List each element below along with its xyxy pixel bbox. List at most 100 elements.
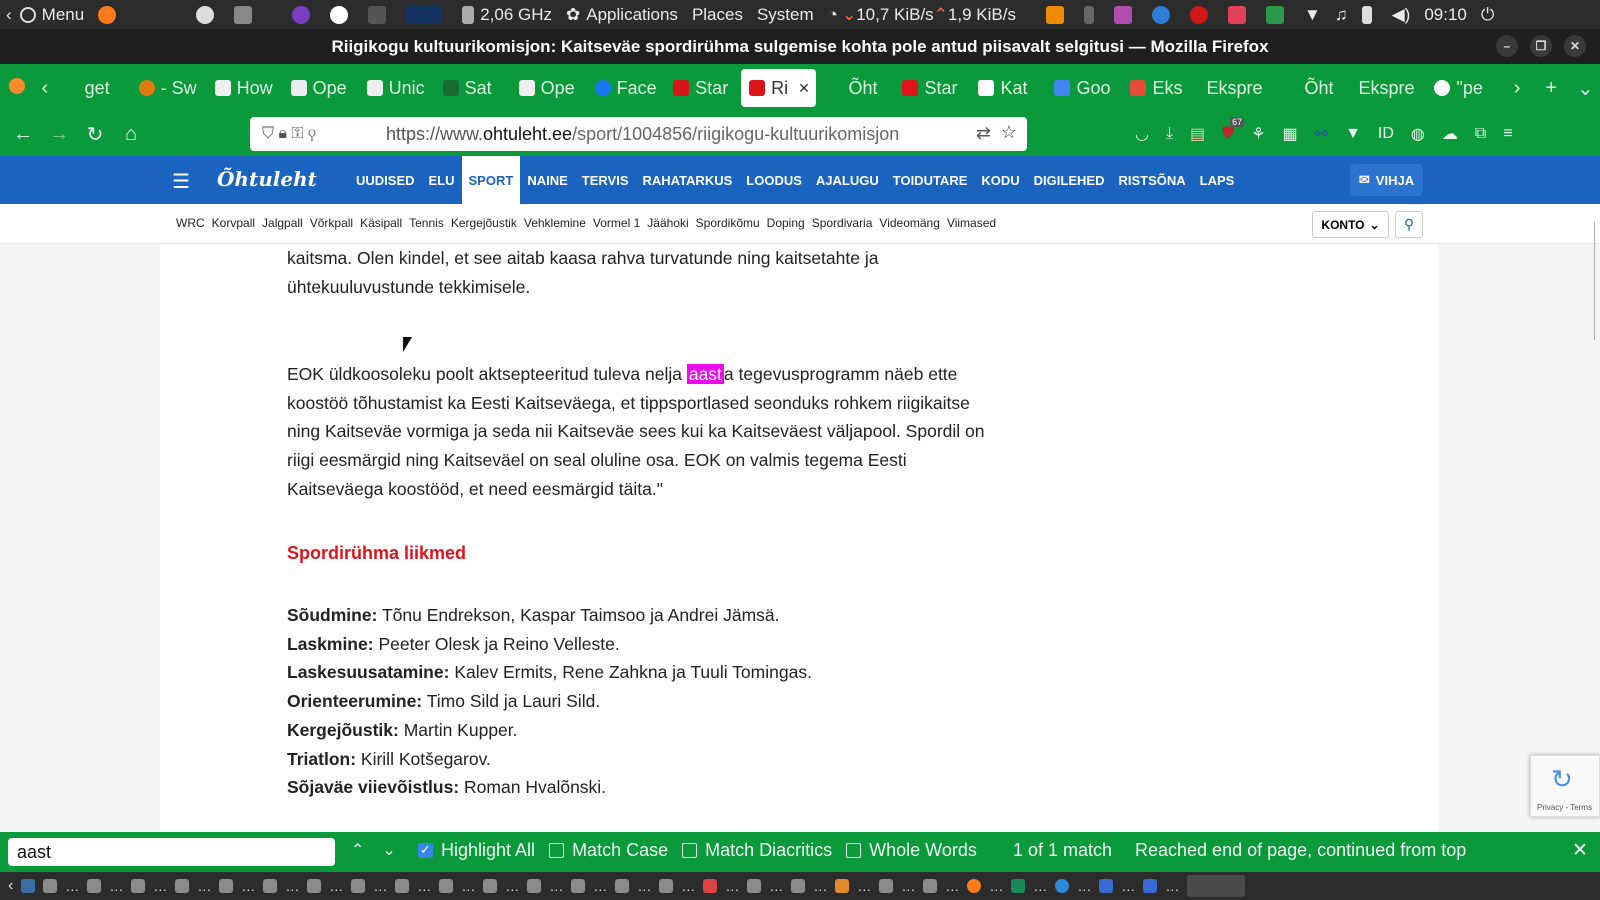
subnav-link[interactable]: Spordivaria — [812, 216, 873, 230]
minimize-button[interactable]: – — [1496, 35, 1518, 57]
subnav-link[interactable]: Jäähoki — [647, 216, 688, 230]
menu-item[interactable]: ELU — [422, 156, 462, 204]
list-all-tabs-button[interactable]: ⌄ — [1571, 76, 1600, 101]
tab-18[interactable]: Ekspre — [1350, 69, 1424, 107]
find-close-button[interactable]: ✕ — [1572, 839, 1588, 862]
back-button[interactable]: ← — [5, 123, 41, 146]
forward-button[interactable]: → — [41, 123, 77, 146]
task-window[interactable] — [791, 879, 806, 893]
subnav-link[interactable]: Vormel 1 — [593, 216, 640, 230]
task-window[interactable] — [307, 879, 322, 893]
tracking-protection-icon[interactable]: ⛉ 🔒︎ ⚿ ⚲ — [262, 125, 316, 143]
menu-item[interactable]: TOIDUTARE — [886, 156, 975, 204]
tab-11[interactable]: Õht — [818, 69, 892, 107]
scrollbar[interactable] — [1594, 222, 1600, 340]
maximize-button[interactable]: ❐ — [1530, 35, 1552, 57]
tab-scroll-left[interactable]: ‹ — [35, 77, 55, 100]
task-window[interactable] — [571, 879, 586, 893]
applet-settings[interactable] — [234, 5, 258, 24]
subnav-link[interactable]: Videomäng — [879, 216, 940, 230]
task-window[interactable] — [175, 879, 190, 893]
task-window[interactable] — [1011, 879, 1026, 893]
tab-12[interactable]: Star — [894, 69, 968, 107]
subnav-link[interactable]: Spordikõmu — [696, 216, 760, 230]
url-bar[interactable]: ⛉ 🔒︎ ⚿ ⚲ https://www. ohtuleht.ee/sport/1… — [250, 117, 1027, 151]
tray-bluetooth[interactable] — [1083, 5, 1100, 24]
task-window[interactable] — [967, 879, 982, 893]
task-window[interactable] — [219, 879, 234, 893]
show-desktop-icon[interactable] — [21, 879, 36, 893]
system-monitor[interactable] — [406, 5, 448, 24]
subnav-link[interactable]: Doping — [767, 216, 805, 230]
task-window[interactable] — [879, 879, 894, 893]
id-extension-icon[interactable]: ID — [1378, 125, 1394, 143]
account-button[interactable]: KONTO ⌄ — [1312, 211, 1389, 238]
tray-wifi[interactable]: ▼ — [1304, 5, 1321, 25]
task-window[interactable] — [1143, 879, 1158, 893]
tab-1[interactable]: get — [55, 69, 129, 107]
site-search-button[interactable]: ⚲ — [1395, 211, 1423, 238]
subnav-link[interactable]: Vehklemine — [524, 216, 586, 230]
places-menu[interactable]: Places — [692, 5, 743, 25]
tab-9[interactable]: Star — [665, 69, 739, 107]
subnav-link[interactable]: Tennis — [409, 216, 444, 230]
tray-shield[interactable] — [1265, 5, 1290, 24]
downloads-icon[interactable]: ⤓ — [1166, 125, 1173, 143]
chevron-left-icon[interactable]: ‹ — [8, 877, 13, 895]
applications-menu[interactable]: ✿ Applications — [566, 5, 678, 25]
tray-app-red[interactable] — [1189, 5, 1214, 24]
power-button[interactable]: ⏻ — [1481, 5, 1494, 25]
match-diacritics-checkbox[interactable]: Match Diacritics — [682, 840, 832, 861]
find-input[interactable]: aast — [8, 838, 335, 866]
tab-4[interactable]: Ope — [283, 69, 357, 107]
translate-icon[interactable]: ⇄ — [976, 123, 991, 144]
menu-item[interactable]: LAPS — [1193, 156, 1242, 204]
task-window[interactable] — [747, 879, 762, 893]
network-speed[interactable]: ◔ ⌄ 10,7 KiB/s ⌃ 1,9 KiB/s — [828, 5, 1016, 25]
subnav-link[interactable]: Korvpall — [212, 216, 255, 230]
subnav-link[interactable]: Jalgpall — [262, 216, 303, 230]
pocket-icon[interactable]: ◡ — [1135, 124, 1149, 144]
system-menu[interactable]: System — [757, 5, 814, 25]
terminal-launcher[interactable] — [368, 5, 392, 24]
task-window[interactable] — [1099, 879, 1114, 893]
tray-app-pink[interactable] — [1227, 5, 1252, 24]
new-tab-button[interactable]: + — [1532, 77, 1571, 100]
home-button[interactable]: ⌂ — [113, 123, 149, 146]
close-tab-icon[interactable]: ✕ — [798, 80, 810, 97]
tray-audio-app[interactable] — [1113, 5, 1138, 24]
cloud-extension-icon[interactable]: ☁ — [1442, 124, 1458, 144]
task-window[interactable] — [923, 879, 938, 893]
match-case-checkbox[interactable]: Match Case — [549, 840, 668, 861]
site-logo[interactable]: Õhtuleht — [217, 167, 317, 191]
tab-6[interactable]: Sat — [435, 69, 509, 107]
task-window[interactable] — [439, 879, 454, 893]
task-window[interactable] — [263, 879, 278, 893]
subnav-link[interactable]: Võrkpall — [310, 216, 353, 230]
highlight-all-checkbox[interactable]: ✓ Highlight All — [418, 840, 535, 861]
tab-scroll-right[interactable]: › — [1502, 77, 1531, 100]
extension-puzzle-icon[interactable]: ⚘ — [1251, 124, 1265, 144]
find-previous-button[interactable]: ⌃ — [351, 840, 364, 860]
task-window[interactable] — [527, 879, 542, 893]
task-window[interactable] — [131, 879, 146, 893]
task-window[interactable] — [659, 879, 674, 893]
tab-7[interactable]: Ope — [511, 69, 585, 107]
menu-item-active[interactable]: SPORT — [461, 156, 521, 204]
site-menu-icon[interactable]: ☰ — [172, 169, 190, 194]
tab-16[interactable]: Ekspre — [1198, 69, 1272, 107]
calendar-extension-icon[interactable]: ▦ — [1283, 124, 1298, 144]
recaptcha-links[interactable]: Privacy - Terms — [1537, 803, 1592, 812]
task-window[interactable] — [835, 879, 850, 893]
filter-extension-icon[interactable]: ▼ — [1345, 125, 1361, 143]
task-window[interactable] — [87, 879, 102, 893]
task-window[interactable] — [351, 879, 366, 893]
bookmark-star-icon[interactable]: ☆ — [1001, 122, 1017, 143]
applet-b[interactable] — [292, 5, 316, 24]
applet-a[interactable] — [196, 5, 220, 24]
globe-extension-icon[interactable]: ◍ — [1411, 124, 1425, 144]
hamburger-menu-icon[interactable]: ≡ — [1503, 125, 1512, 143]
firefox-launcher[interactable] — [98, 5, 122, 24]
find-next-button[interactable]: ⌄ — [382, 840, 395, 860]
menu-item[interactable]: NAINE — [520, 156, 574, 204]
